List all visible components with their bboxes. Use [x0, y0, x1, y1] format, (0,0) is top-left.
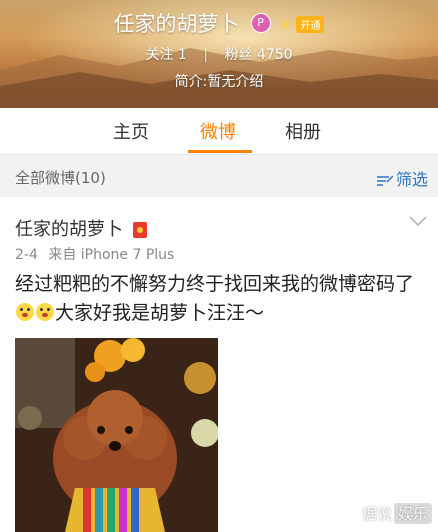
poodle-photo-image — [15, 338, 218, 532]
profile-tabs: 主页 微博 相册 — [0, 108, 438, 155]
tab-home[interactable]: 主页 — [113, 118, 149, 144]
laughing-face-icon — [16, 303, 34, 321]
chevron-down-icon[interactable] — [408, 215, 428, 227]
post-text: 经过粑粑的不懈努力终于找回来我的微博密码了大家好我是胡萝卜汪汪～ — [15, 270, 425, 328]
following-label: 关注 — [145, 47, 174, 63]
filter-icon — [376, 174, 393, 186]
followers-count: 4750 — [256, 47, 293, 63]
profile-stats: 关注 1 | 粉丝 4750 — [0, 44, 438, 64]
tab-weibo[interactable]: 微博 — [200, 118, 236, 144]
post-text-part2: 大家好我是胡萝卜汪汪～ — [55, 302, 265, 324]
profile-header: 任家的胡萝卜 P ♛ 开通 关注 1 | 粉丝 4750 简介:暂无介绍 — [0, 0, 438, 108]
post-card[interactable]: 任家的胡萝卜 2-4 来自 iPhone 7 Plus 经过粑粑的不懈努力终于找… — [0, 197, 438, 532]
followers-label: 粉丝 — [224, 47, 253, 63]
tab-album[interactable]: 相册 — [285, 118, 321, 144]
profile-intro: 简介:暂无介绍 — [174, 74, 264, 90]
post-meta: 2-4 来自 iPhone 7 Plus — [15, 244, 174, 264]
laughing-face-icon — [36, 303, 54, 321]
following-stat[interactable]: 关注 1 — [145, 47, 191, 63]
post-date: 2-4 — [15, 247, 38, 263]
profile-name: 任家的胡萝卜 — [113, 12, 240, 36]
post-author-row: 任家的胡萝卜 — [15, 215, 147, 241]
vip-open-button[interactable]: ♛ 开通 — [280, 14, 325, 33]
post-text-part1: 经过粑粑的不懈努力终于找回来我的微博密码了 — [15, 273, 415, 295]
followers-stat[interactable]: 粉丝 4750 — [224, 47, 292, 63]
watermark-left: 据说 — [361, 505, 392, 523]
watermark-right: 娱乐 — [393, 503, 432, 524]
all-posts-label[interactable]: 全部微博(10) — [15, 167, 106, 188]
post-photo[interactable] — [15, 338, 218, 532]
stats-divider: | — [203, 47, 208, 63]
watermark: 据说 娱乐 — [362, 503, 432, 524]
vip-open-label: 开通 — [296, 15, 325, 33]
crown-icon: ♛ — [279, 16, 292, 32]
personal-badge-icon: P — [250, 13, 271, 33]
profile-name-row: 任家的胡萝卜 P ♛ 开通 — [0, 8, 438, 38]
post-source: 来自 iPhone 7 Plus — [48, 247, 175, 263]
filter-bar: 全部微博(10) 筛选 — [0, 155, 438, 197]
active-tab-indicator — [188, 150, 252, 153]
filter-button[interactable]: 筛选 — [376, 166, 428, 190]
filter-label: 筛选 — [395, 170, 428, 189]
following-count: 1 — [177, 47, 187, 63]
post-author[interactable]: 任家的胡萝卜 — [15, 219, 123, 240]
red-packet-icon — [132, 222, 147, 238]
